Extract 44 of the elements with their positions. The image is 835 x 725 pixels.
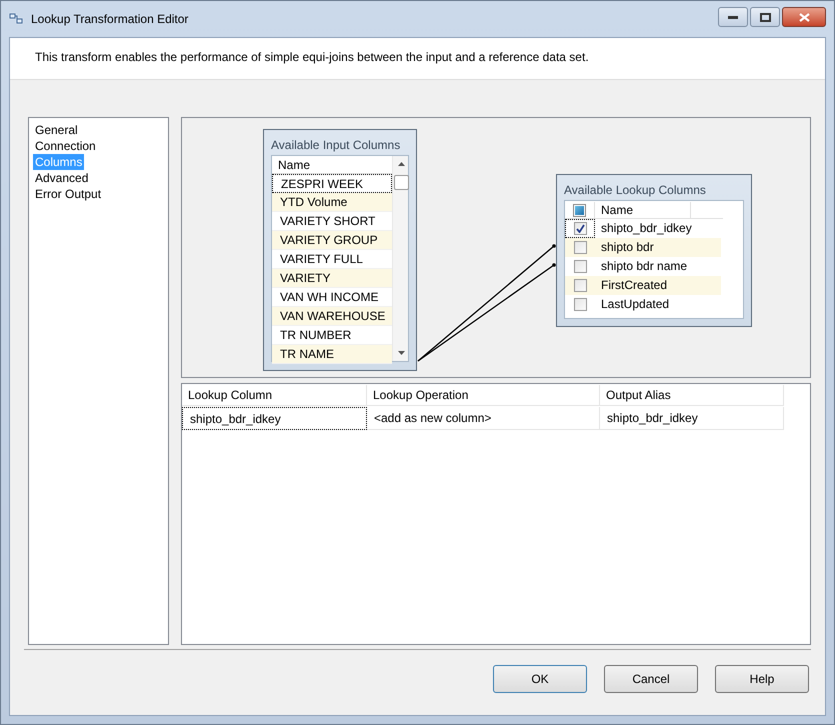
close-button[interactable]	[782, 7, 826, 27]
table-cell[interactable]: shipto_bdr_idkey	[600, 407, 784, 430]
panel-title: Available Lookup Columns	[564, 182, 707, 199]
column-row[interactable]: YTD Volume	[272, 193, 392, 212]
page-list-item[interactable]: Advanced	[33, 170, 90, 186]
table-cell[interactable]: <add as new column>	[367, 407, 600, 430]
panel-title: Available Input Columns	[271, 137, 402, 154]
page-list-item[interactable]: General	[33, 122, 80, 138]
checkbox[interactable]	[574, 298, 586, 311]
window-app-icon	[9, 12, 23, 26]
close-icon	[798, 12, 810, 22]
checkbox[interactable]	[574, 260, 586, 273]
scroll-up-icon[interactable]	[398, 162, 405, 166]
checkbox[interactable]	[574, 279, 586, 292]
page-list-item[interactable]: Error Output	[33, 186, 104, 202]
scroll-thumb[interactable]	[394, 175, 409, 190]
column-row[interactable]: shipto_bdr_idkey	[595, 219, 721, 238]
column-header[interactable]: Output Alias	[600, 385, 784, 406]
dialog-button[interactable]: Help	[715, 665, 809, 693]
column-row[interactable]: VARIETY GROUP	[272, 231, 392, 250]
maximize-button[interactable]	[750, 7, 780, 27]
dialog-button[interactable]: OK	[493, 665, 587, 693]
column-header: Name	[595, 202, 691, 218]
column-row[interactable]: shipto bdr name	[595, 257, 721, 276]
column-row[interactable]: VAN WAREHOUSE	[272, 307, 392, 326]
column-header[interactable]: Lookup Column	[182, 385, 367, 406]
checkbox[interactable]	[574, 222, 586, 235]
column-row[interactable]: TR NAME	[272, 345, 392, 364]
description-text: This transform enables the performance of simple equi-joins between the input and a reference data set.	[35, 50, 589, 64]
select-all-checkbox[interactable]	[573, 204, 586, 216]
page-list-item[interactable]: Connection	[33, 138, 98, 154]
maximize-icon	[760, 12, 770, 22]
column-row[interactable]: VARIETY	[272, 269, 392, 288]
window-title: Lookup Transformation Editor	[31, 11, 188, 28]
minimize-icon	[728, 16, 738, 18]
minimize-button[interactable]	[718, 7, 748, 27]
scrollbar[interactable]	[392, 156, 408, 361]
dialog-button[interactable]: Cancel	[604, 665, 698, 693]
scroll-down-icon[interactable]	[398, 351, 405, 355]
column-row[interactable]: LastUpdated	[595, 295, 721, 314]
column-header[interactable]: Lookup Operation	[367, 385, 600, 406]
checkbox[interactable]	[574, 241, 586, 254]
column-row[interactable]: ZESPRI WEEK	[272, 174, 392, 193]
table-cell[interactable]: shipto_bdr_idkey	[182, 407, 367, 430]
